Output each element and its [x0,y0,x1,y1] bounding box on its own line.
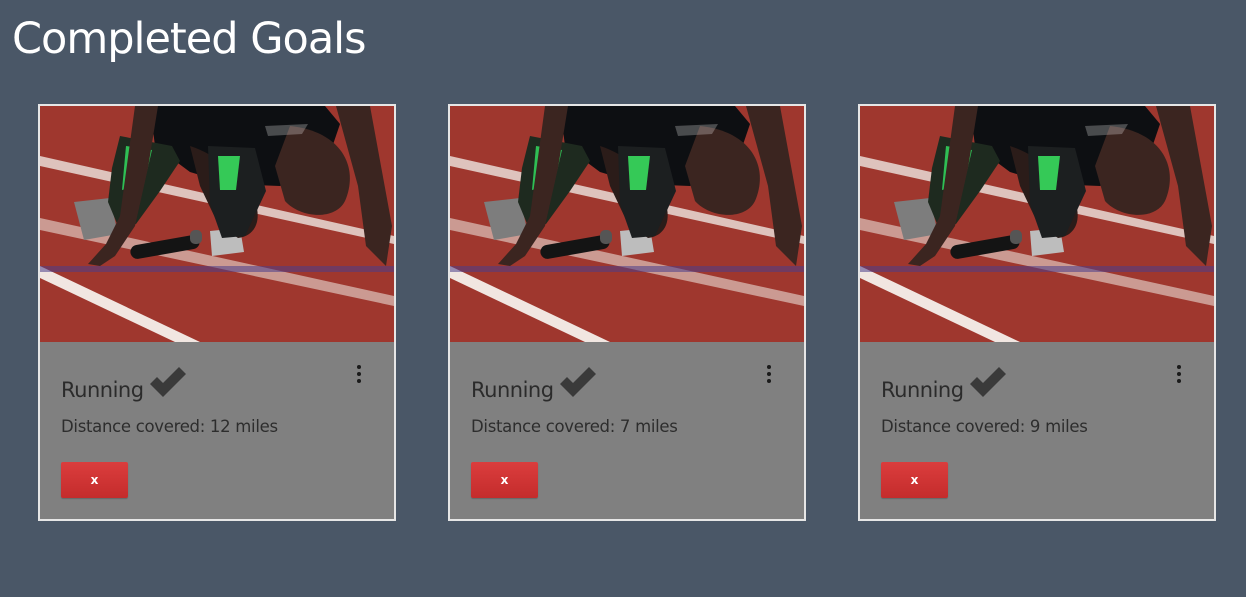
kebab-menu-icon[interactable] [1174,364,1184,384]
card-title: Running [61,378,144,402]
remove-goal-button[interactable]: x [881,462,948,498]
card-title: Running [881,378,964,402]
page-title: Completed Goals [12,14,367,64]
goal-card: Running Distance covered: 9 miles x [858,104,1216,521]
runner-starting-block-photo [860,106,1214,342]
remove-goal-button[interactable]: x [61,462,128,498]
check-icon [149,367,186,397]
card-body: Running Distance covered: 7 miles x [450,342,804,519]
goal-card: Running Distance covered: 7 miles x [448,104,806,521]
goal-card-list: Running Distance covered: 12 miles x Run… [38,104,1216,521]
distance-covered-text: Distance covered: 12 miles [61,417,278,436]
card-title-row: Running [61,364,187,402]
check-icon [559,367,596,397]
distance-covered-text: Distance covered: 7 miles [471,417,678,436]
runner-starting-block-photo [40,106,394,342]
card-title-row: Running [471,364,597,402]
card-title: Running [471,378,554,402]
kebab-menu-icon[interactable] [354,364,364,384]
remove-goal-button[interactable]: x [471,462,538,498]
check-icon [969,367,1006,397]
kebab-menu-icon[interactable] [764,364,774,384]
runner-starting-block-photo [450,106,804,342]
card-title-row: Running [881,364,1007,402]
distance-covered-text: Distance covered: 9 miles [881,417,1088,436]
card-body: Running Distance covered: 12 miles x [40,342,394,519]
goal-card: Running Distance covered: 12 miles x [38,104,396,521]
card-body: Running Distance covered: 9 miles x [860,342,1214,519]
